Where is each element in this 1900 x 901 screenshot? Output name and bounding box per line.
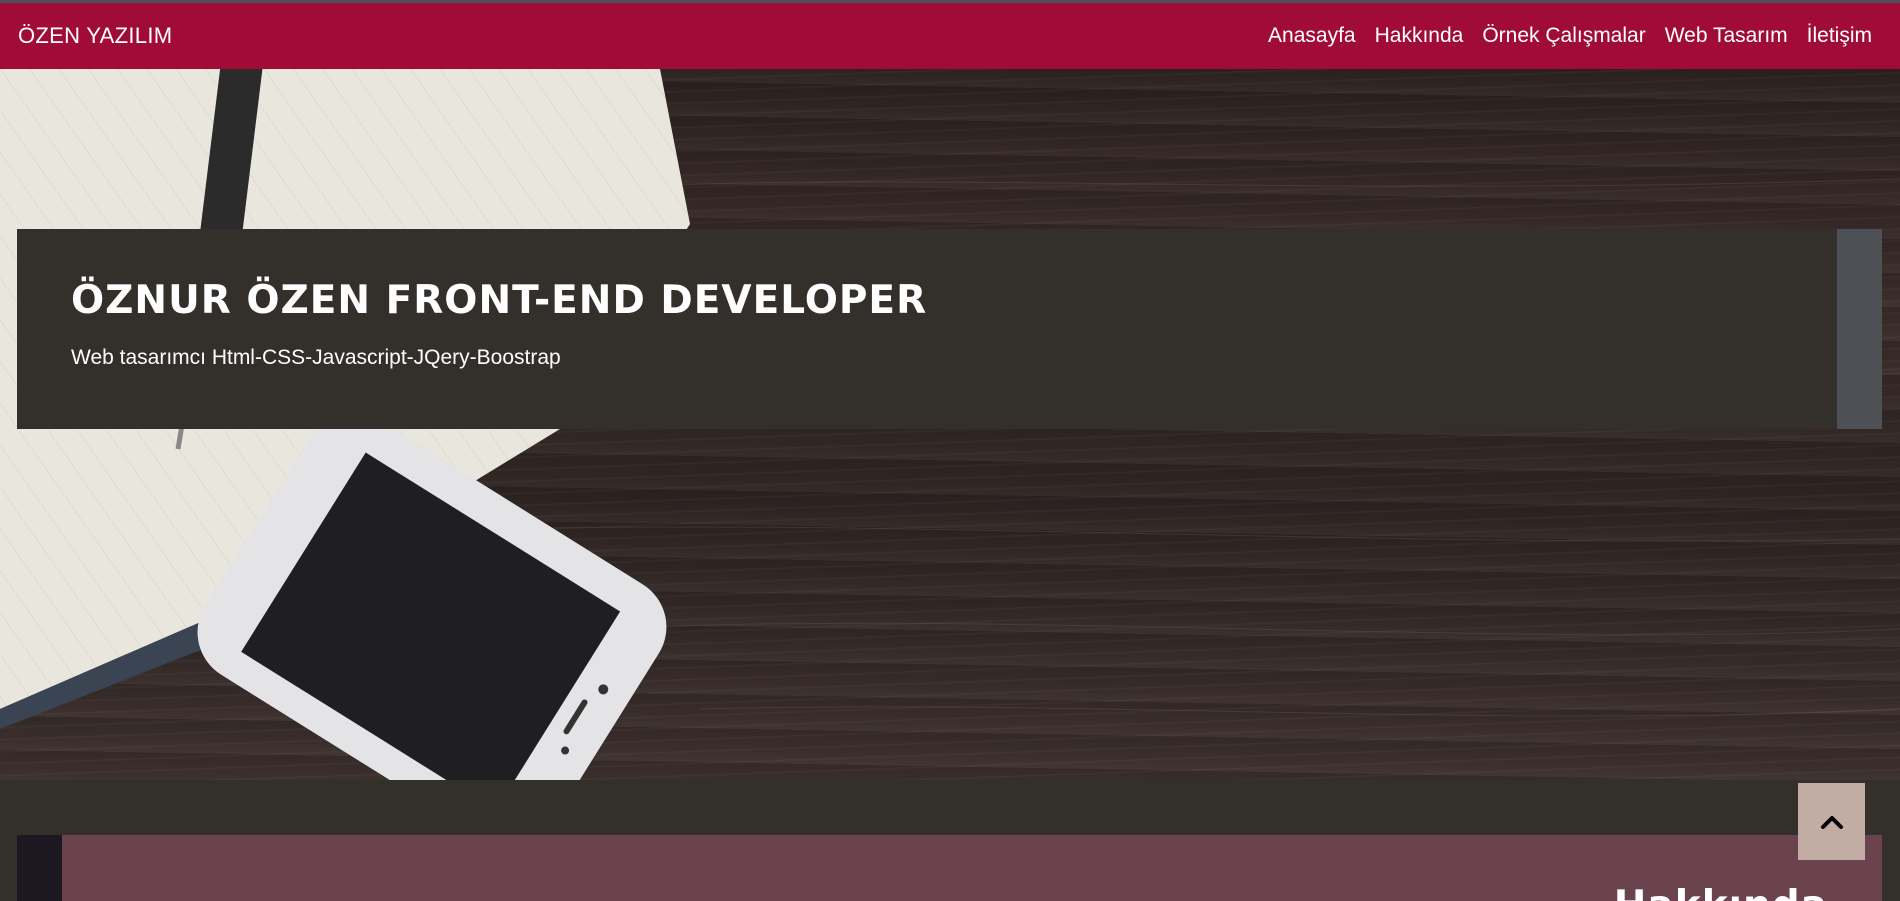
nav-link-hakkinda[interactable]: Hakkında [1375, 24, 1464, 48]
chevron-up-icon [1820, 815, 1843, 829]
nav-link-ornek-calismalar[interactable]: Örnek Çalışmalar [1482, 24, 1645, 48]
back-to-top-button[interactable] [1798, 783, 1865, 860]
page: ÖZEN YAZILIM Anasayfa Hakkında Örnek Çal… [0, 0, 1900, 901]
about-section: Hakkında [62, 835, 1882, 901]
nav-links: Anasayfa Hakkında Örnek Çalışmalar Web T… [1249, 24, 1872, 48]
nav-link-anasayfa[interactable]: Anasayfa [1268, 24, 1356, 48]
banner-side-strip [1837, 229, 1882, 429]
about-side-strip [17, 835, 62, 901]
brand-logo[interactable]: ÖZEN YAZILIM [18, 23, 172, 49]
hero-subtitle: Web tasarımcı Html-CSS-Javascript-JQery-… [71, 346, 561, 369]
nav-link-web-tasarim[interactable]: Web Tasarım [1665, 24, 1788, 48]
about-title: Hakkında [1614, 883, 1828, 901]
nav-link-iletisim[interactable]: İletişim [1807, 24, 1872, 48]
hero-title: ÖZNUR ÖZEN FRONT-END DEVELOPER [71, 278, 928, 323]
hero-banner: ÖZNUR ÖZEN FRONT-END DEVELOPER Web tasar… [17, 229, 1837, 429]
navbar: ÖZEN YAZILIM Anasayfa Hakkında Örnek Çal… [0, 3, 1900, 69]
hero-section: ÖZNUR ÖZEN FRONT-END DEVELOPER Web tasar… [0, 69, 1900, 780]
